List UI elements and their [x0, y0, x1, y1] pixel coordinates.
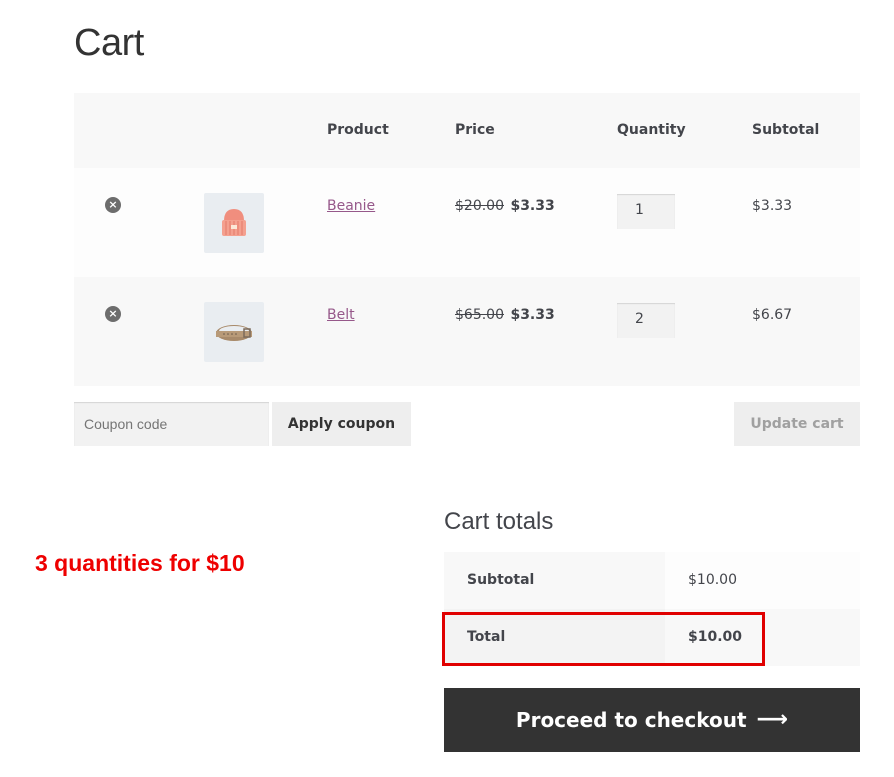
- totals-value: $10.00: [665, 609, 860, 666]
- subtotal-beanie: $3.33: [752, 198, 793, 214]
- apply-coupon-button[interactable]: Apply coupon: [272, 402, 411, 446]
- cart-table-header: Product Price Quantity Subtotal: [74, 93, 860, 168]
- totals-label: Subtotal: [444, 552, 665, 609]
- checkout-label: Proceed to checkout: [515, 708, 747, 732]
- annotation-text: 3 quantities for $10: [35, 550, 245, 576]
- totals-label: Total: [444, 609, 665, 666]
- header-subtotal: Subtotal: [752, 122, 820, 138]
- quantity-input-beanie[interactable]: 1: [617, 194, 675, 229]
- arrow-right-icon: ⟶: [756, 707, 789, 732]
- price-belt: $65.00 $3.33: [455, 307, 555, 323]
- price-beanie: $20.00 $3.33: [455, 198, 555, 214]
- belt-icon: [216, 325, 252, 341]
- totals-row-subtotal: Subtotal $10.00: [444, 552, 860, 609]
- cart-row-belt: × Belt $65.00 $3.33 2 $6.67: [74, 277, 860, 386]
- beanie-icon: [222, 209, 246, 236]
- totals-value: $10.00: [665, 552, 860, 609]
- header-price: Price: [455, 122, 495, 138]
- beanie-thumbnail[interactable]: [204, 193, 264, 253]
- product-link-belt[interactable]: Belt: [327, 307, 355, 323]
- proceed-to-checkout-button[interactable]: Proceed to checkout ⟶: [444, 688, 860, 752]
- page-title: Cart: [74, 22, 144, 64]
- update-cart-button[interactable]: Update cart: [734, 402, 860, 446]
- header-product: Product: [327, 122, 389, 138]
- cart-totals-title: Cart totals: [444, 508, 554, 535]
- cart-row-beanie: × Beanie $20.00 $3.33 1 $3.33: [74, 168, 860, 277]
- sale-price: $3.33: [510, 307, 555, 323]
- header-quantity: Quantity: [617, 122, 686, 138]
- regular-price: $20.00: [455, 198, 504, 214]
- regular-price: $65.00: [455, 307, 504, 323]
- sale-price: $3.33: [510, 198, 555, 214]
- cart-table: Product Price Quantity Subtotal × Beanie…: [74, 93, 860, 386]
- remove-item-icon[interactable]: ×: [105, 197, 121, 213]
- quantity-input-belt[interactable]: 2: [617, 303, 675, 338]
- subtotal-belt: $6.67: [752, 307, 793, 323]
- cart-totals-table: Subtotal $10.00 Total $10.00: [444, 552, 860, 666]
- coupon-code-input[interactable]: [74, 402, 269, 446]
- totals-row-total: Total $10.00: [444, 609, 860, 666]
- belt-thumbnail[interactable]: [204, 302, 264, 362]
- product-link-beanie[interactable]: Beanie: [327, 198, 375, 214]
- remove-item-icon[interactable]: ×: [105, 306, 121, 322]
